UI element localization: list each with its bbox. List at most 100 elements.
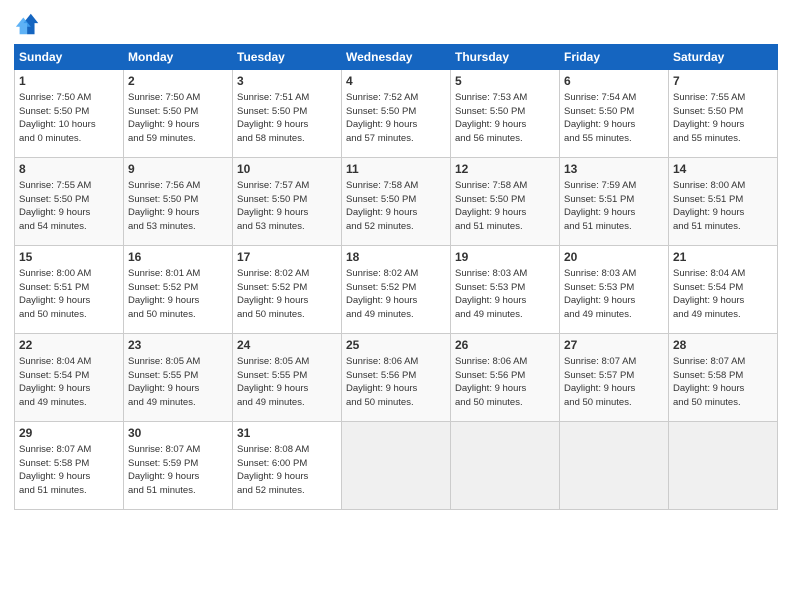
calendar-day: 12Sunrise: 7:58 AM Sunset: 5:50 PM Dayli… (451, 158, 560, 246)
calendar-week: 1Sunrise: 7:50 AM Sunset: 5:50 PM Daylig… (15, 70, 778, 158)
day-number: 11 (346, 161, 446, 178)
day-number: 29 (19, 425, 119, 442)
day-number: 22 (19, 337, 119, 354)
calendar-day: 28Sunrise: 8:07 AM Sunset: 5:58 PM Dayli… (669, 334, 778, 422)
header-day: Wednesday (342, 45, 451, 70)
day-info: Sunrise: 8:08 AM Sunset: 6:00 PM Dayligh… (237, 443, 337, 498)
calendar-body: 1Sunrise: 7:50 AM Sunset: 5:50 PM Daylig… (15, 70, 778, 510)
calendar-day: 17Sunrise: 8:02 AM Sunset: 5:52 PM Dayli… (233, 246, 342, 334)
calendar-day (669, 422, 778, 510)
day-number: 23 (128, 337, 228, 354)
calendar-day: 24Sunrise: 8:05 AM Sunset: 5:55 PM Dayli… (233, 334, 342, 422)
day-number: 15 (19, 249, 119, 266)
day-info: Sunrise: 8:02 AM Sunset: 5:52 PM Dayligh… (237, 267, 337, 322)
calendar-day: 31Sunrise: 8:08 AM Sunset: 6:00 PM Dayli… (233, 422, 342, 510)
day-number: 21 (673, 249, 773, 266)
calendar-day: 19Sunrise: 8:03 AM Sunset: 5:53 PM Dayli… (451, 246, 560, 334)
day-info: Sunrise: 7:59 AM Sunset: 5:51 PM Dayligh… (564, 179, 664, 234)
day-number: 26 (455, 337, 555, 354)
calendar-day: 14Sunrise: 8:00 AM Sunset: 5:51 PM Dayli… (669, 158, 778, 246)
calendar-day: 21Sunrise: 8:04 AM Sunset: 5:54 PM Dayli… (669, 246, 778, 334)
day-number: 18 (346, 249, 446, 266)
day-info: Sunrise: 8:00 AM Sunset: 5:51 PM Dayligh… (19, 267, 119, 322)
calendar-day: 10Sunrise: 7:57 AM Sunset: 5:50 PM Dayli… (233, 158, 342, 246)
calendar-day: 16Sunrise: 8:01 AM Sunset: 5:52 PM Dayli… (124, 246, 233, 334)
calendar-day (451, 422, 560, 510)
day-info: Sunrise: 7:56 AM Sunset: 5:50 PM Dayligh… (128, 179, 228, 234)
day-number: 2 (128, 73, 228, 90)
header-day: Tuesday (233, 45, 342, 70)
calendar-day: 11Sunrise: 7:58 AM Sunset: 5:50 PM Dayli… (342, 158, 451, 246)
day-number: 25 (346, 337, 446, 354)
day-info: Sunrise: 7:50 AM Sunset: 5:50 PM Dayligh… (19, 91, 119, 146)
day-info: Sunrise: 7:57 AM Sunset: 5:50 PM Dayligh… (237, 179, 337, 234)
day-number: 19 (455, 249, 555, 266)
calendar-day: 2Sunrise: 7:50 AM Sunset: 5:50 PM Daylig… (124, 70, 233, 158)
day-number: 30 (128, 425, 228, 442)
day-info: Sunrise: 8:00 AM Sunset: 5:51 PM Dayligh… (673, 179, 773, 234)
day-info: Sunrise: 8:04 AM Sunset: 5:54 PM Dayligh… (673, 267, 773, 322)
day-number: 3 (237, 73, 337, 90)
logo (14, 10, 46, 38)
day-number: 1 (19, 73, 119, 90)
calendar-day: 7Sunrise: 7:55 AM Sunset: 5:50 PM Daylig… (669, 70, 778, 158)
day-info: Sunrise: 8:04 AM Sunset: 5:54 PM Dayligh… (19, 355, 119, 410)
day-number: 27 (564, 337, 664, 354)
day-info: Sunrise: 8:07 AM Sunset: 5:59 PM Dayligh… (128, 443, 228, 498)
calendar-day: 23Sunrise: 8:05 AM Sunset: 5:55 PM Dayli… (124, 334, 233, 422)
calendar-day: 22Sunrise: 8:04 AM Sunset: 5:54 PM Dayli… (15, 334, 124, 422)
day-info: Sunrise: 7:58 AM Sunset: 5:50 PM Dayligh… (455, 179, 555, 234)
calendar-week: 29Sunrise: 8:07 AM Sunset: 5:58 PM Dayli… (15, 422, 778, 510)
calendar-week: 22Sunrise: 8:04 AM Sunset: 5:54 PM Dayli… (15, 334, 778, 422)
calendar-day: 30Sunrise: 8:07 AM Sunset: 5:59 PM Dayli… (124, 422, 233, 510)
day-number: 17 (237, 249, 337, 266)
day-number: 31 (237, 425, 337, 442)
calendar-table: SundayMondayTuesdayWednesdayThursdayFrid… (14, 44, 778, 510)
day-number: 28 (673, 337, 773, 354)
day-info: Sunrise: 7:52 AM Sunset: 5:50 PM Dayligh… (346, 91, 446, 146)
calendar-week: 8Sunrise: 7:55 AM Sunset: 5:50 PM Daylig… (15, 158, 778, 246)
day-info: Sunrise: 8:05 AM Sunset: 5:55 PM Dayligh… (237, 355, 337, 410)
calendar-day (560, 422, 669, 510)
calendar-day (342, 422, 451, 510)
header-day: Monday (124, 45, 233, 70)
day-info: Sunrise: 8:06 AM Sunset: 5:56 PM Dayligh… (346, 355, 446, 410)
day-number: 14 (673, 161, 773, 178)
day-info: Sunrise: 8:07 AM Sunset: 5:58 PM Dayligh… (19, 443, 119, 498)
header-row: SundayMondayTuesdayWednesdayThursdayFrid… (15, 45, 778, 70)
day-info: Sunrise: 7:55 AM Sunset: 5:50 PM Dayligh… (673, 91, 773, 146)
day-number: 4 (346, 73, 446, 90)
calendar-day: 27Sunrise: 8:07 AM Sunset: 5:57 PM Dayli… (560, 334, 669, 422)
day-number: 16 (128, 249, 228, 266)
calendar-day: 25Sunrise: 8:06 AM Sunset: 5:56 PM Dayli… (342, 334, 451, 422)
calendar-day: 5Sunrise: 7:53 AM Sunset: 5:50 PM Daylig… (451, 70, 560, 158)
day-info: Sunrise: 7:50 AM Sunset: 5:50 PM Dayligh… (128, 91, 228, 146)
calendar-week: 15Sunrise: 8:00 AM Sunset: 5:51 PM Dayli… (15, 246, 778, 334)
calendar-day: 6Sunrise: 7:54 AM Sunset: 5:50 PM Daylig… (560, 70, 669, 158)
day-info: Sunrise: 8:06 AM Sunset: 5:56 PM Dayligh… (455, 355, 555, 410)
calendar-day: 26Sunrise: 8:06 AM Sunset: 5:56 PM Dayli… (451, 334, 560, 422)
day-info: Sunrise: 8:05 AM Sunset: 5:55 PM Dayligh… (128, 355, 228, 410)
day-info: Sunrise: 7:55 AM Sunset: 5:50 PM Dayligh… (19, 179, 119, 234)
day-number: 8 (19, 161, 119, 178)
calendar-day: 13Sunrise: 7:59 AM Sunset: 5:51 PM Dayli… (560, 158, 669, 246)
header (14, 10, 778, 38)
day-info: Sunrise: 8:02 AM Sunset: 5:52 PM Dayligh… (346, 267, 446, 322)
calendar-day: 18Sunrise: 8:02 AM Sunset: 5:52 PM Dayli… (342, 246, 451, 334)
calendar-day: 1Sunrise: 7:50 AM Sunset: 5:50 PM Daylig… (15, 70, 124, 158)
logo-icon (14, 10, 42, 38)
day-number: 7 (673, 73, 773, 90)
day-number: 13 (564, 161, 664, 178)
calendar-day: 8Sunrise: 7:55 AM Sunset: 5:50 PM Daylig… (15, 158, 124, 246)
day-info: Sunrise: 7:54 AM Sunset: 5:50 PM Dayligh… (564, 91, 664, 146)
calendar-day: 29Sunrise: 8:07 AM Sunset: 5:58 PM Dayli… (15, 422, 124, 510)
header-day: Sunday (15, 45, 124, 70)
day-number: 9 (128, 161, 228, 178)
calendar-header: SundayMondayTuesdayWednesdayThursdayFrid… (15, 45, 778, 70)
day-info: Sunrise: 8:03 AM Sunset: 5:53 PM Dayligh… (455, 267, 555, 322)
day-number: 10 (237, 161, 337, 178)
day-info: Sunrise: 8:03 AM Sunset: 5:53 PM Dayligh… (564, 267, 664, 322)
calendar-day: 3Sunrise: 7:51 AM Sunset: 5:50 PM Daylig… (233, 70, 342, 158)
header-day: Thursday (451, 45, 560, 70)
day-info: Sunrise: 7:51 AM Sunset: 5:50 PM Dayligh… (237, 91, 337, 146)
